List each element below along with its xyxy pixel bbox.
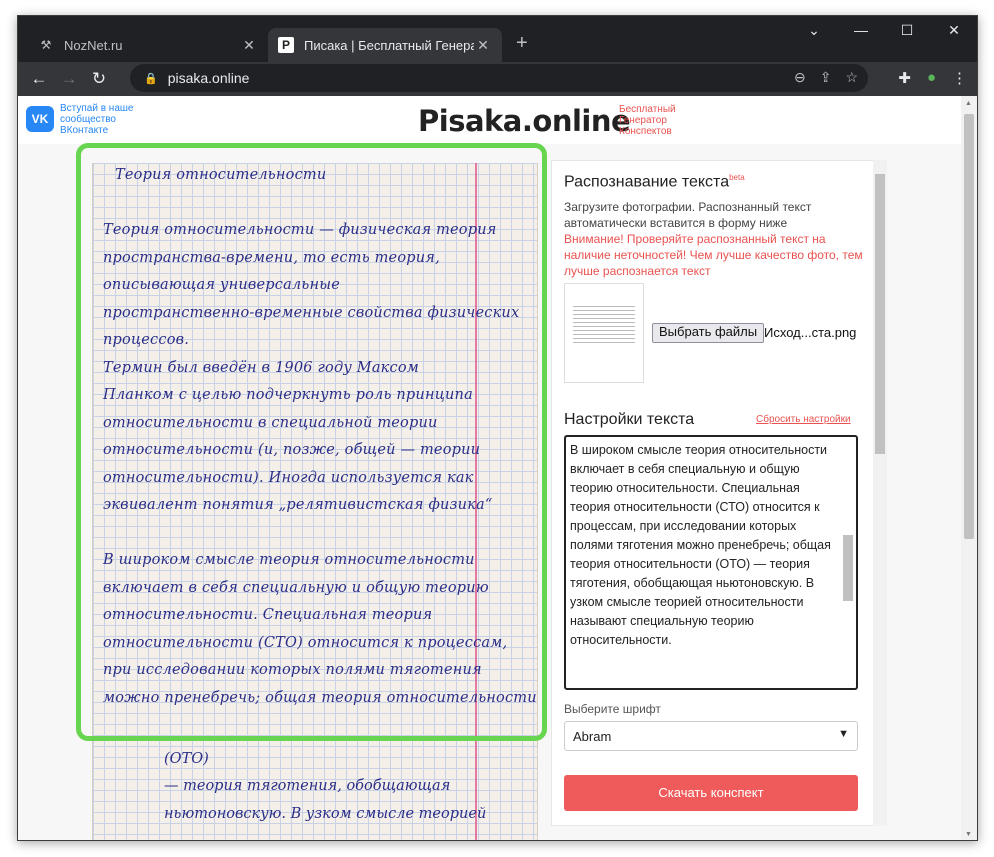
text-input-area[interactable]: В широком смысле теория относительности …: [564, 435, 858, 690]
recognition-title: Распознавание текстаbeta: [564, 173, 745, 191]
site-header: VK Вступай в наше сообщество ВКонтакте P…: [18, 96, 963, 144]
forward-icon[interactable]: →: [54, 69, 84, 89]
preview-line: — теория тяготения, обобщающая: [164, 778, 451, 794]
close-window-button[interactable]: ✕: [931, 22, 977, 39]
reload-icon[interactable]: ↻: [84, 69, 114, 89]
zoom-icon[interactable]: ⊖: [794, 69, 806, 86]
preview-highlight-frame: [76, 143, 547, 741]
recognition-description: Загрузите фотографии. Распознанный текст…: [564, 200, 812, 230]
tab-title: NozNet.ru: [64, 37, 123, 53]
site-logo[interactable]: Pisaka.online: [418, 104, 631, 138]
text-settings-title: Настройки текста: [564, 411, 695, 428]
tab-noznet[interactable]: ⚒ NozNet.ru ✕: [28, 28, 268, 62]
font-select-value: Abram: [573, 729, 612, 744]
page-scrollbar-thumb[interactable]: [964, 114, 974, 539]
bookmark-star-icon[interactable]: ☆: [845, 69, 858, 86]
textarea-value: В широком смысле теория относительности …: [570, 443, 831, 647]
menu-icon[interactable]: ⋮: [952, 69, 967, 87]
extensions-icon[interactable]: ✚: [898, 69, 911, 87]
selected-file-name: Исход...ста.png: [764, 325, 857, 340]
maximize-button[interactable]: ☐: [884, 22, 930, 39]
close-tab-icon[interactable]: ✕: [240, 37, 258, 54]
preview-line: (ОТО): [164, 751, 209, 767]
font-select[interactable]: Abram ▼: [564, 721, 858, 751]
lock-icon: 🔒: [144, 72, 158, 85]
back-icon[interactable]: ←: [24, 69, 54, 89]
address-bar[interactable]: 🔒 pisaka.online ⊖ ⇪ ☆: [130, 64, 868, 92]
new-tab-button[interactable]: +: [516, 32, 528, 55]
uploaded-image-thumbnail[interactable]: [564, 283, 644, 383]
tab-search-icon[interactable]: ⌄: [791, 22, 837, 39]
font-select-label: Выберите шрифт: [564, 702, 661, 716]
textarea-scrollbar[interactable]: [842, 439, 854, 687]
page-viewport: VK Вступай в наше сообщество ВКонтакте P…: [18, 96, 963, 840]
tab-pisaka[interactable]: P Писака | Бесплатный Генератор ✕: [268, 28, 502, 62]
download-button[interactable]: Скачать конспект: [564, 775, 858, 811]
vk-icon[interactable]: VK: [26, 106, 54, 132]
p-logo-icon: P: [278, 37, 294, 53]
close-tab-icon[interactable]: ✕: [474, 37, 492, 54]
beta-badge: beta: [729, 173, 745, 182]
profile-icon[interactable]: ●: [927, 69, 936, 87]
minimize-button[interactable]: —: [838, 22, 884, 38]
reset-settings-link[interactable]: Сбросить настройки: [756, 414, 851, 425]
vk-community-link[interactable]: Вступай в наше сообщество ВКонтакте: [60, 103, 150, 136]
panel-scrollbar[interactable]: [873, 160, 887, 826]
site-tagline: Бесплатный Генератор Конспектов: [619, 104, 676, 137]
url-text: pisaka.online: [167, 70, 250, 86]
page-scrollbar[interactable]: ▲ ▼: [961, 96, 977, 840]
choose-files-button[interactable]: Выбрать файлы: [652, 323, 765, 343]
browser-window: ⚒ NozNet.ru ✕ P Писака | Бесплатный Гене…: [17, 15, 978, 841]
browser-toolbar: ← → ↻ 🔒 pisaka.online ⊖ ⇪ ☆ ✚ ● ⋮: [18, 62, 977, 96]
chevron-down-icon: ▼: [838, 728, 849, 740]
recognition-warning: Внимание! Проверяйте распознанный текст …: [564, 232, 863, 278]
preview-continuation: (ОТО) — теория тяготения, обобщающая нью…: [92, 746, 538, 840]
tab-title: Писака | Бесплатный Генератор: [304, 37, 474, 53]
settings-panel: Распознавание текстаbeta Загрузите фотог…: [551, 160, 887, 826]
tab-strip: ⚒ NozNet.ru ✕ P Писака | Бесплатный Гене…: [18, 16, 977, 62]
share-icon[interactable]: ⇪: [820, 69, 832, 86]
tools-icon: ⚒: [40, 38, 52, 52]
preview-line: ньютоновскую. В узком смысле теорией: [164, 806, 487, 822]
